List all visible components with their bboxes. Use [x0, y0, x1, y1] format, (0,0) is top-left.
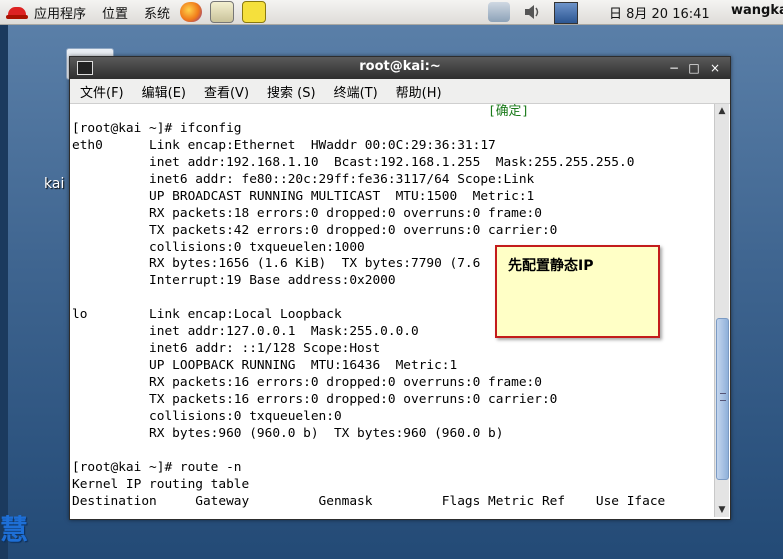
menu-file[interactable]: 文件(F): [70, 82, 132, 101]
minimize-button[interactable]: −: [666, 60, 682, 76]
terminal-line: [root@kai ~]# route -n: [72, 459, 242, 475]
clock[interactable]: 日 8月 20 16:41: [609, 3, 710, 22]
menu-view[interactable]: 查看(V): [194, 82, 257, 101]
window-title: root@kai:~: [359, 59, 441, 74]
terminal-line: TX packets:16 errors:0 dropped:0 overrun…: [72, 391, 558, 407]
close-button[interactable]: ×: [707, 60, 723, 76]
firefox-icon[interactable]: [180, 2, 203, 22]
network-icon[interactable]: [488, 2, 510, 22]
menu-help[interactable]: 帮助(H): [386, 82, 450, 101]
status-confirm-line: [确定]: [72, 104, 530, 119]
display-icon[interactable]: [554, 2, 578, 24]
desktop-icon-label[interactable]: kai: [44, 176, 64, 192]
terminal-line: UP BROADCAST RUNNING MULTICAST MTU:1500 …: [72, 188, 535, 204]
top-panel: 应用程序 位置 系统 日 8月 20 16:41 wangka: [0, 0, 783, 25]
redhat-logo-icon[interactable]: [6, 3, 28, 21]
terminal-line: RX packets:18 errors:0 dropped:0 overrun…: [72, 205, 542, 221]
menu-search[interactable]: 搜索 (S): [257, 82, 324, 101]
menu-applications[interactable]: 应用程序: [34, 3, 86, 22]
scrollbar-thumb[interactable]: [716, 318, 729, 480]
terminal-line: inet addr:192.168.1.10 Bcast:192.168.1.2…: [72, 154, 635, 170]
desktop-left-strip: [0, 24, 8, 559]
volume-icon[interactable]: [522, 2, 544, 22]
terminal-line: inet6 addr: ::1/128 Scope:Host: [72, 341, 381, 357]
menu-places[interactable]: 位置: [102, 3, 128, 22]
terminal-line: Destination Gateway Genmask Flags Metric…: [72, 493, 666, 509]
terminal-line: RX packets:16 errors:0 dropped:0 overrun…: [72, 375, 542, 390]
annotation-text: 先配置静态IP: [508, 258, 594, 274]
terminal-line: eth0 Link encap:Ethernet HWaddr 00:0C:29…: [72, 137, 496, 153]
mail-icon[interactable]: [210, 1, 235, 23]
scroll-down-icon[interactable]: ▼: [715, 503, 729, 517]
menu-edit[interactable]: 编辑(E): [132, 82, 194, 101]
terminal-line: [root@kai ~]# ifconfig: [72, 120, 242, 136]
terminal-line: Kernel IP routing table: [72, 476, 250, 492]
user-name[interactable]: wangka: [731, 3, 783, 18]
annotation-callout: 先配置静态IP: [495, 245, 660, 338]
terminal-line: RX bytes:960 (960.0 b) TX bytes:960 (960…: [72, 425, 504, 441]
vertical-scrollbar[interactable]: ▲ ▼: [714, 104, 729, 517]
window-menubar: 文件(F) 编辑(E) 查看(V) 搜索 (S) 终端(T) 帮助(H): [70, 79, 730, 104]
menu-terminal[interactable]: 终端(T): [324, 82, 386, 101]
scroll-up-icon[interactable]: ▲: [715, 104, 729, 118]
terminal-line: collisions:0 txqueuelen:0: [72, 408, 342, 424]
terminal-line: inet6 addr: fe80::20c:29ff:fe36:3117/64 …: [72, 171, 535, 187]
window-titlebar[interactable]: root@kai:~ − □ ×: [70, 57, 730, 79]
terminal-line: UP LOOPBACK RUNNING MTU:16436 Metric:1: [72, 358, 458, 374]
menu-system[interactable]: 系统: [144, 3, 170, 22]
maximize-button[interactable]: □: [686, 60, 702, 76]
terminal-line: TX packets:42 errors:0 dropped:0 overrun…: [72, 222, 558, 238]
notes-icon[interactable]: [242, 1, 267, 23]
watermark-text: 慧: [0, 513, 29, 546]
